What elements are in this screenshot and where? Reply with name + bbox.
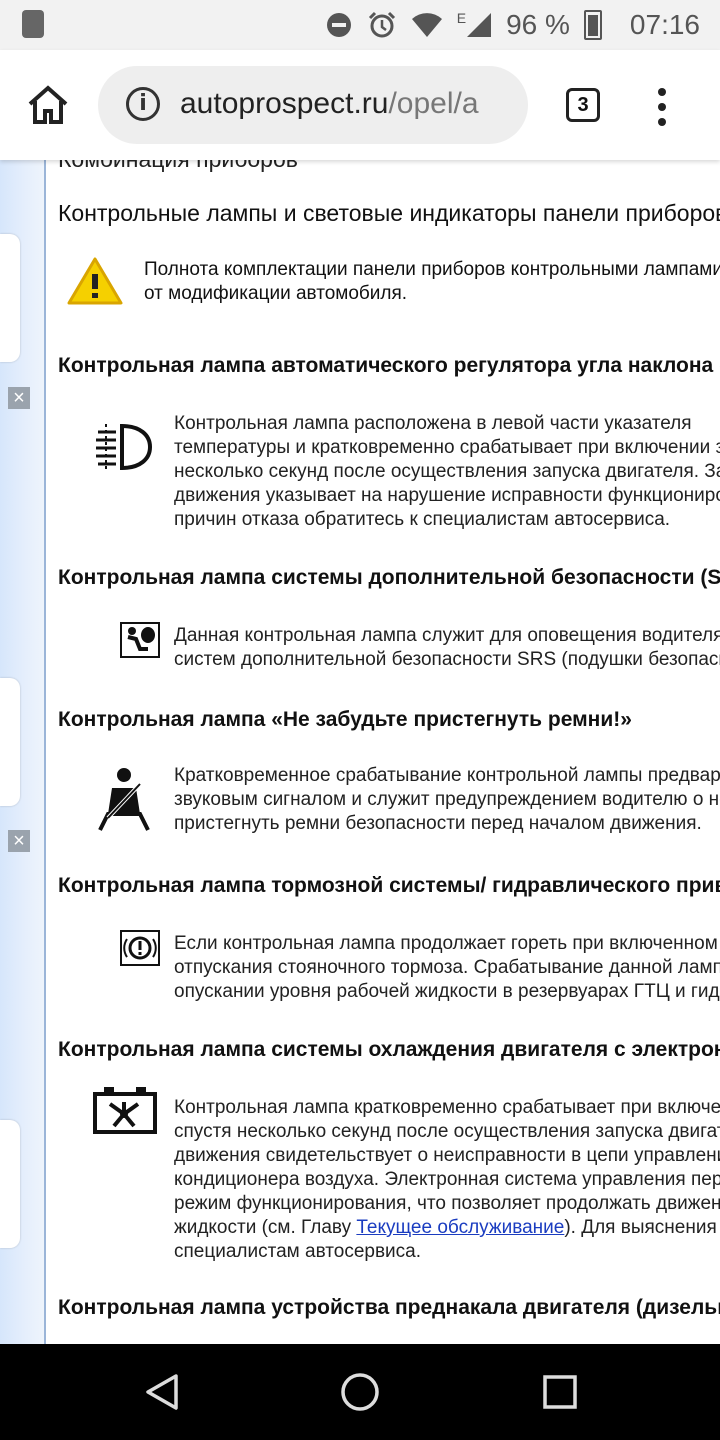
section-title: Контрольная лампа системы дополнительной… bbox=[58, 566, 720, 589]
browser-toolbar: i autoprospect.ru/opel/a 3 bbox=[0, 50, 720, 160]
battery-percent: 96 % bbox=[506, 9, 570, 40]
do-not-disturb-icon bbox=[22, 10, 44, 38]
warning-triangle-icon bbox=[67, 257, 123, 305]
recents-icon[interactable] bbox=[542, 1372, 578, 1412]
address-bar[interactable]: i autoprospect.ru/opel/a bbox=[98, 66, 528, 144]
section-title: Контрольная лампа автоматического регуля… bbox=[58, 354, 720, 377]
engine-cooling-icon bbox=[93, 1087, 157, 1134]
battery-icon bbox=[583, 10, 602, 40]
brake-warning-icon bbox=[120, 930, 160, 966]
side-card[interactable] bbox=[0, 234, 20, 362]
minus-circle-icon bbox=[326, 13, 351, 37]
home-circle-icon[interactable] bbox=[340, 1372, 380, 1412]
system-navigation-bar bbox=[0, 1344, 720, 1440]
signal-icon bbox=[467, 13, 492, 37]
section-paragraph: Контрольная лампа расположена в левой ча… bbox=[174, 413, 720, 530]
headlamp-leveling-icon bbox=[96, 423, 153, 471]
status-bar: E 96 % 07:16 bbox=[0, 0, 720, 50]
maintenance-link[interactable]: Текущее обслуживание bbox=[356, 1217, 564, 1238]
sidebar-divider bbox=[44, 160, 46, 1344]
close-icon[interactable]: × bbox=[8, 387, 30, 409]
section-paragraph: Контрольная лампа кратковременно срабаты… bbox=[174, 1097, 720, 1262]
overflow-menu-icon[interactable] bbox=[656, 88, 668, 126]
section-paragraph: Данная контрольная лампа служит для опов… bbox=[174, 625, 720, 670]
section-title: Контрольная лампа устройства преднакала … bbox=[58, 1296, 720, 1319]
section-paragraph: Если контрольная лампа продолжает гореть… bbox=[174, 933, 720, 1002]
tabs-button[interactable]: 3 bbox=[566, 88, 600, 122]
seatbelt-icon bbox=[98, 768, 150, 831]
page-subtitle: Контрольные лампы и световые индикаторы … bbox=[58, 200, 720, 226]
back-icon[interactable] bbox=[142, 1372, 182, 1412]
section-title: Контрольная лампа тормозной системы/ гид… bbox=[58, 874, 720, 897]
network-type-label: E bbox=[456, 10, 467, 26]
close-icon[interactable]: × bbox=[8, 830, 30, 852]
airbag-icon bbox=[120, 622, 160, 658]
home-icon[interactable] bbox=[24, 82, 72, 130]
section-paragraph: Кратковременное срабатывание контрольной… bbox=[174, 765, 720, 834]
wifi-icon bbox=[411, 13, 442, 37]
clock: 07:16 bbox=[629, 9, 700, 40]
section-title: Контрольная лампа «Не забудьте пристегну… bbox=[58, 708, 632, 731]
section-title: Контрольная лампа системы охлаждения дви… bbox=[58, 1038, 720, 1061]
info-icon[interactable]: i bbox=[126, 87, 160, 121]
alarm-icon bbox=[368, 11, 395, 38]
section-heading-cut: Комбинация приборов bbox=[58, 160, 298, 173]
side-card[interactable] bbox=[0, 678, 20, 806]
article-content: Комбинация приборов Контрольные лампы и … bbox=[58, 160, 720, 1344]
url-text[interactable]: autoprospect.ru/opel/a bbox=[180, 87, 479, 121]
side-card[interactable] bbox=[0, 1120, 20, 1248]
